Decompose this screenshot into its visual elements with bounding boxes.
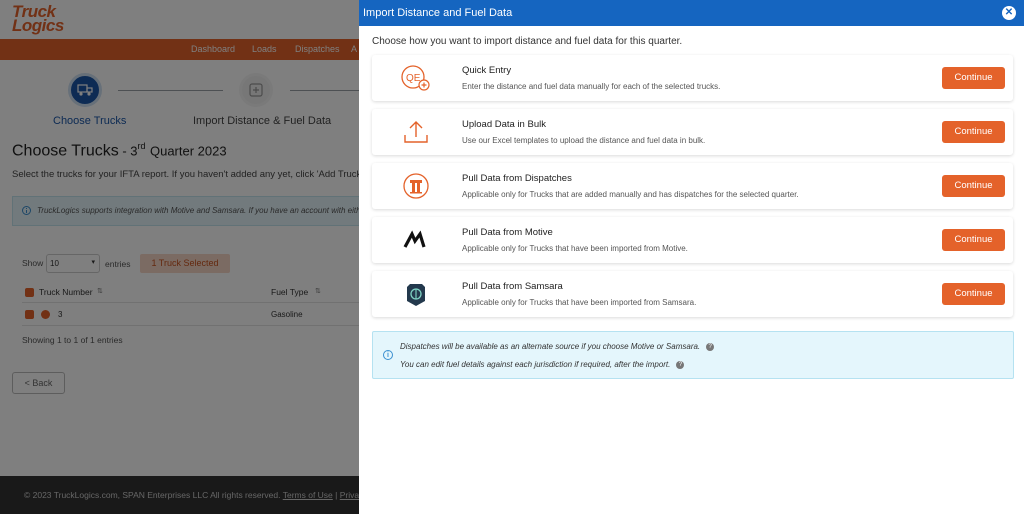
svg-text:QE: QE <box>406 73 421 84</box>
import-notes-box: i Dispatches will be available as an alt… <box>372 331 1014 379</box>
note-line-1: Dispatches will be available as an alter… <box>400 342 715 351</box>
modal-backdrop[interactable] <box>0 0 359 514</box>
option-motive: Pull Data from Motive Applicable only fo… <box>372 217 1013 263</box>
option-description: Applicable only for Trucks that are adde… <box>462 190 799 199</box>
option-description: Applicable only for Trucks that have bee… <box>462 244 688 253</box>
motive-logo-icon <box>400 226 432 254</box>
option-title: Upload Data in Bulk <box>462 119 546 130</box>
drawer-intro: Choose how you want to import distance a… <box>372 36 683 47</box>
option-description: Applicable only for Trucks that have bee… <box>462 298 697 307</box>
help-icon[interactable]: ? <box>676 360 685 369</box>
continue-quick-entry-button[interactable]: Continue <box>942 67 1005 89</box>
help-icon[interactable]: ? <box>706 342 715 351</box>
option-upload-bulk: Upload Data in Bulk Use our Excel templa… <box>372 109 1013 155</box>
drawer-title: Import Distance and Fuel Data <box>363 7 513 19</box>
close-icon[interactable]: ✕ <box>1002 6 1016 20</box>
option-samsara: Pull Data from Samsara Applicable only f… <box>372 271 1013 317</box>
option-title: Pull Data from Dispatches <box>462 173 572 184</box>
option-description: Use our Excel templates to upload the di… <box>462 136 706 145</box>
dispatches-icon <box>400 172 432 200</box>
option-dispatches: Pull Data from Dispatches Applicable onl… <box>372 163 1013 209</box>
note-line-2: You can edit fuel details against each j… <box>400 360 685 369</box>
option-title: Quick Entry <box>462 65 512 76</box>
continue-dispatches-button[interactable]: Continue <box>942 175 1005 197</box>
note-text: You can edit fuel details against each j… <box>400 360 671 369</box>
samsara-logo-icon <box>400 280 432 308</box>
info-icon: i <box>383 350 393 360</box>
upload-icon <box>400 118 432 146</box>
continue-samsara-button[interactable]: Continue <box>942 283 1005 305</box>
option-quick-entry: QE Quick Entry Enter the distance and fu… <box>372 55 1013 101</box>
option-title: Pull Data from Motive <box>462 227 553 238</box>
option-title: Pull Data from Samsara <box>462 281 563 292</box>
continue-motive-button[interactable]: Continue <box>942 229 1005 251</box>
continue-upload-bulk-button[interactable]: Continue <box>942 121 1005 143</box>
option-description: Enter the distance and fuel data manuall… <box>462 82 721 91</box>
quick-entry-icon: QE <box>400 64 432 92</box>
note-text: Dispatches will be available as an alter… <box>400 342 701 351</box>
drawer-header: Import Distance and Fuel Data ✕ <box>359 0 1024 26</box>
import-data-drawer: Import Distance and Fuel Data ✕ Choose h… <box>359 0 1024 514</box>
